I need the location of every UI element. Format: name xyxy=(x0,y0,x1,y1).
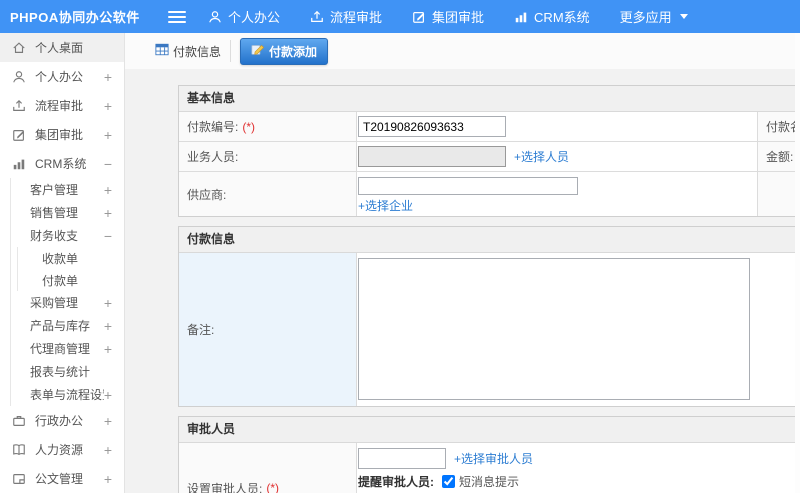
pencil-icon xyxy=(251,43,265,59)
edit-icon xyxy=(412,10,426,24)
remark-label: 备注: xyxy=(179,253,357,406)
home-icon xyxy=(12,41,27,55)
sidebar-item-receipt-order[interactable]: 收款单 xyxy=(18,247,124,269)
required-mark: (*) xyxy=(266,481,280,493)
section-basic-header: 基本信息 xyxy=(179,86,800,112)
sms-notify-label: 短消息提示 xyxy=(459,475,520,489)
nav-group-approval[interactable]: 集团审批 xyxy=(412,7,484,26)
collapse-icon[interactable]: − xyxy=(104,229,112,243)
chart-icon xyxy=(514,10,528,24)
choose-staff-link[interactable]: +选择人员 xyxy=(514,148,569,165)
sidebar-item-admin-office[interactable]: 行政办公 + xyxy=(0,406,124,435)
payment-name-label: 付款名称:(*) xyxy=(758,112,800,141)
expand-icon[interactable]: + xyxy=(104,183,112,197)
expand-icon[interactable]: + xyxy=(104,388,112,402)
sidebar-item-document-mgmt[interactable]: 公文管理 + xyxy=(0,464,124,493)
book-icon xyxy=(12,443,27,457)
sidebar-item-form-workflow-settings[interactable]: 表单与流程设置 + xyxy=(11,383,124,406)
tab-payment-info[interactable]: 付款信息 xyxy=(155,43,221,60)
section-approver: 审批人员 设置审批人员: (*) +选择审批人员 提醒审批人员: 短消息提示 xyxy=(178,416,800,493)
section-payment-header: 付款信息 xyxy=(179,227,800,253)
expand-icon[interactable]: + xyxy=(104,296,112,310)
sidebar-item-payment-order[interactable]: 付款单 xyxy=(18,269,124,291)
flow-icon xyxy=(12,99,27,113)
expand-icon[interactable]: + xyxy=(104,342,112,356)
sidebar-item-personal-office[interactable]: 个人办公 + xyxy=(0,62,124,91)
tab-payment-add[interactable]: 付款添加 xyxy=(240,37,329,65)
payment-no-input[interactable] xyxy=(358,116,506,137)
staff-label: 业务人员: xyxy=(179,142,357,171)
flow-icon xyxy=(310,10,324,24)
crm-submenu: 客户管理 + 销售管理 + 财务收支 − 收款单 付款单 采购管理 + 产品与库… xyxy=(10,178,124,406)
nav-crm-system[interactable]: CRM系统 xyxy=(514,7,590,26)
menu-toggle-icon[interactable] xyxy=(168,8,186,26)
choose-approver-link[interactable]: +选择审批人员 xyxy=(454,450,533,467)
sidebar-item-product-inventory[interactable]: 产品与库存 + xyxy=(11,314,124,337)
approver-input[interactable] xyxy=(358,448,446,469)
remark-textarea[interactable] xyxy=(358,258,750,400)
supplier-label: 供应商: xyxy=(179,172,357,216)
section-payment-info: 付款信息 备注: xyxy=(178,226,800,407)
sidebar-item-agent-mgmt[interactable]: 代理商管理 + xyxy=(11,337,124,360)
briefcase-icon xyxy=(12,414,27,428)
table-icon xyxy=(155,43,169,59)
sidebar-item-group-approval[interactable]: 集团审批 + xyxy=(0,120,124,149)
expand-icon[interactable]: + xyxy=(104,128,112,142)
nav-workflow-approval[interactable]: 流程审批 xyxy=(310,7,382,26)
remind-approver-label: 提醒审批人员: xyxy=(358,475,434,489)
sms-notify-checkbox[interactable] xyxy=(442,475,455,488)
row-staff: 业务人员: +选择人员 金额: xyxy=(179,142,800,172)
expand-icon[interactable]: + xyxy=(104,99,112,113)
finance-submenu: 收款单 付款单 xyxy=(17,247,124,291)
expand-icon[interactable]: + xyxy=(104,414,112,428)
sidebar-item-human-resources[interactable]: 人力资源 + xyxy=(0,435,124,464)
set-approver-label: 设置审批人员: (*) xyxy=(179,443,357,493)
person-icon xyxy=(12,70,27,84)
tab-bar: 付款信息 付款添加 xyxy=(125,33,800,69)
person-icon xyxy=(208,10,222,24)
staff-input xyxy=(358,146,506,167)
collapse-icon[interactable]: − xyxy=(104,157,112,171)
caret-down-icon xyxy=(679,14,688,19)
nav-personal-office[interactable]: 个人办公 xyxy=(208,7,280,26)
top-navigation: 个人办公 流程审批 集团审批 CRM系统 更多应用 xyxy=(208,7,688,26)
sidebar-item-finance-inout[interactable]: 财务收支 − xyxy=(11,224,124,247)
expand-icon[interactable]: + xyxy=(104,319,112,333)
form-content: 基本信息 付款编号:(*) 付款名称:(*) 业务人员: xyxy=(125,69,800,493)
sidebar-item-workflow-approval[interactable]: 流程审批 + xyxy=(0,91,124,120)
app-title: PHPOA协同办公软件 xyxy=(10,10,140,25)
sidebar-item-reports-stats[interactable]: 报表与统计 xyxy=(11,360,124,383)
sidebar-item-personal-desktop[interactable]: 个人桌面 xyxy=(0,33,124,62)
topbar: PHPOA协同办公软件 个人办公 流程审批 集团审批 CRM系统 更多应用 xyxy=(0,0,800,33)
nav-more-apps[interactable]: 更多应用 xyxy=(620,7,688,26)
expand-icon[interactable]: + xyxy=(104,70,112,84)
section-approver-header: 审批人员 xyxy=(179,417,800,443)
document-icon xyxy=(12,472,27,486)
tab-separator xyxy=(230,40,232,62)
section-basic-info: 基本信息 付款编号:(*) 付款名称:(*) 业务人员: xyxy=(178,85,800,217)
sidebar-item-crm-system[interactable]: CRM系统 − xyxy=(0,149,124,178)
main-area: 付款信息 付款添加 基本信息 付款编号: (*) T20190826093633… xyxy=(125,33,800,493)
row-payment-no: 付款编号:(*) 付款名称:(*) xyxy=(179,112,800,142)
amount-label: 金额: xyxy=(758,142,800,171)
chart-icon xyxy=(12,157,27,171)
sidebar-item-purchase-mgmt[interactable]: 采购管理 + xyxy=(11,291,124,314)
row-approver: 设置审批人员:(*) +选择审批人员 提醒审批人员: 短消息提示 注：流程第一步… xyxy=(179,443,800,493)
row-remark: 备注: xyxy=(179,253,800,406)
sidebar-item-sales-mgmt[interactable]: 销售管理 + xyxy=(11,201,124,224)
edit-icon xyxy=(12,128,27,142)
scrollbar-track[interactable] xyxy=(795,33,800,493)
required-mark: (*) xyxy=(242,119,256,134)
expand-icon[interactable]: + xyxy=(104,443,112,457)
choose-company-link[interactable]: +选择企业 xyxy=(358,197,413,214)
sidebar: 个人桌面 个人办公 + 流程审批 + 集团审批 + CRM系统 − 客户管理 +… xyxy=(0,33,125,493)
payment-no-label: 付款编号: (*) xyxy=(179,112,357,141)
expand-icon[interactable]: + xyxy=(104,472,112,486)
sidebar-item-customer-mgmt[interactable]: 客户管理 + xyxy=(11,178,124,201)
supplier-input[interactable] xyxy=(358,177,578,195)
expand-icon[interactable]: + xyxy=(104,206,112,220)
row-supplier: 供应商: +选择企业 xyxy=(179,172,800,216)
